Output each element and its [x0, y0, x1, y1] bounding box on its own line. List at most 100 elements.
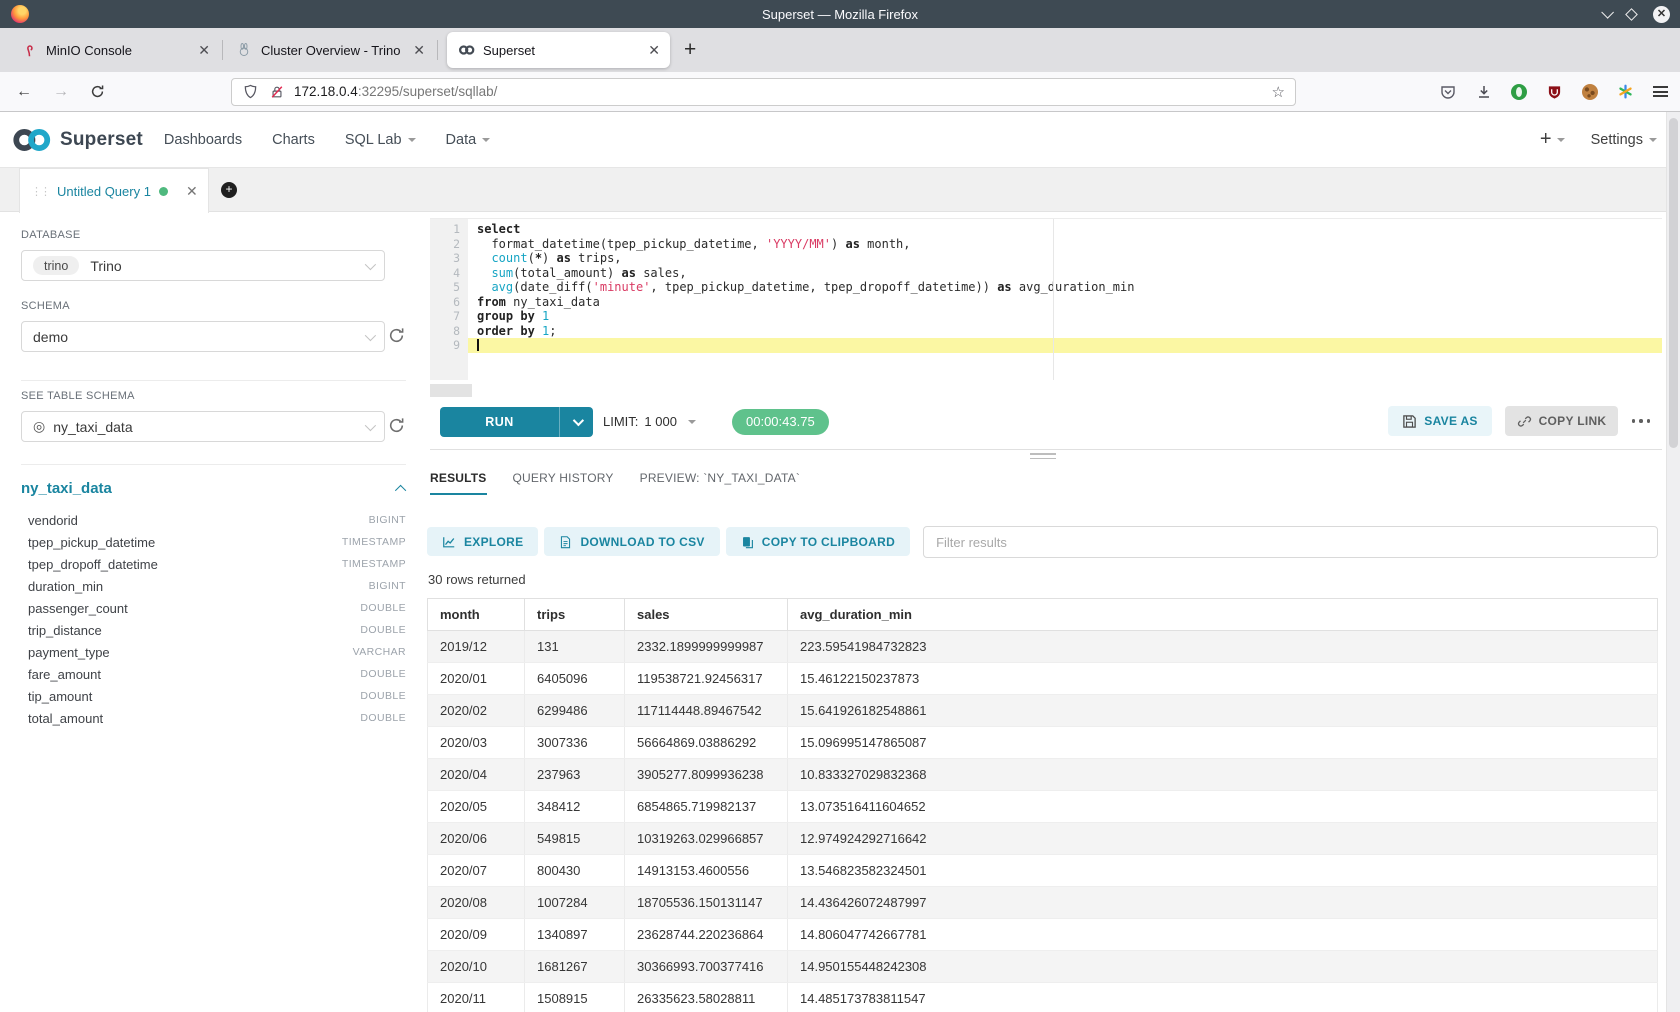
- code-line[interactable]: select: [468, 222, 1662, 237]
- table-row[interactable]: 2020/026299486117114448.8946754215.64192…: [428, 695, 1658, 727]
- code-line[interactable]: format_datetime(tpep_pickup_datetime, 'Y…: [468, 237, 1662, 252]
- table-row[interactable]: 2020/10168126730366993.70037741614.95015…: [428, 951, 1658, 983]
- nav-item-sql-lab[interactable]: SQL Lab: [345, 132, 416, 148]
- table-schema-header[interactable]: ny_taxi_data: [21, 480, 406, 497]
- schema-column-row[interactable]: passenger_countDOUBLE: [21, 597, 406, 619]
- reload-button[interactable]: [90, 84, 105, 99]
- table-row[interactable]: 2020/0654981510319263.02996685712.974924…: [428, 823, 1658, 855]
- nav-item-charts[interactable]: Charts: [272, 132, 315, 148]
- drag-handle-icon[interactable]: ⋮⋮: [31, 185, 49, 198]
- table-row[interactable]: 2020/03300733656664869.0388629215.096995…: [428, 727, 1658, 759]
- schema-column-row[interactable]: tpep_pickup_datetimeTIMESTAMP: [21, 531, 406, 553]
- schema-select[interactable]: demo: [21, 321, 385, 352]
- tab-close-icon[interactable]: ✕: [640, 42, 660, 59]
- run-label[interactable]: RUN: [440, 407, 560, 437]
- superset-brand[interactable]: Superset: [11, 126, 143, 154]
- query-tab-active[interactable]: ⋮⋮ Untitled Query 1 ✕: [19, 168, 209, 213]
- code-line[interactable]: group by 1: [468, 309, 1662, 324]
- ublock-icon[interactable]: [1546, 83, 1563, 100]
- refresh-schema-icon[interactable]: [387, 326, 406, 345]
- results-tab-query-history[interactable]: QUERY HISTORY: [513, 471, 614, 495]
- back-button[interactable]: ←: [16, 83, 32, 101]
- url-text[interactable]: 172.18.0.4:32295/superset/sqllab/: [294, 84, 497, 99]
- new-item-button[interactable]: +: [1540, 128, 1565, 151]
- results-tab-preview[interactable]: PREVIEW: `NY_TAXI_DATA`: [640, 471, 800, 495]
- schema-column-row[interactable]: trip_distanceDOUBLE: [21, 619, 406, 641]
- privacy-badger-icon[interactable]: [1511, 84, 1527, 100]
- schema-column-row[interactable]: duration_minBIGINT: [21, 575, 406, 597]
- url-bar[interactable]: 172.18.0.4:32295/superset/sqllab/ ☆: [231, 78, 1296, 106]
- column-header[interactable]: month: [428, 599, 525, 631]
- tab-close-icon[interactable]: ✕: [405, 42, 425, 59]
- table-row[interactable]: 2020/09134089723628744.22023686414.80604…: [428, 919, 1658, 951]
- results-table[interactable]: monthtripssalesavg_duration_min 2019/121…: [427, 598, 1658, 1012]
- container-asterisk-icon[interactable]: [1617, 83, 1634, 100]
- database-select[interactable]: trino Trino: [21, 250, 385, 281]
- table-row[interactable]: 2020/11150891526335623.5802881114.485173…: [428, 983, 1658, 1012]
- code-line[interactable]: avg(date_diff('minute', tpep_pickup_date…: [468, 280, 1662, 295]
- schema-column-row[interactable]: payment_typeVARCHAR: [21, 641, 406, 663]
- scrollbar-thumb[interactable]: [1669, 118, 1678, 448]
- copy-to-clipboard-button[interactable]: COPY TO CLIPBOARD: [726, 527, 910, 556]
- nav-item-dashboards[interactable]: Dashboards: [164, 132, 242, 148]
- tab-close-icon[interactable]: ✕: [190, 42, 210, 59]
- download-icon[interactable]: [1475, 83, 1492, 100]
- nav-item-data[interactable]: Data: [446, 132, 491, 148]
- schema-column-row[interactable]: tip_amountDOUBLE: [21, 685, 406, 707]
- forward-button[interactable]: →: [53, 83, 69, 101]
- code-line[interactable]: from ny_taxi_data: [468, 295, 1662, 310]
- table-row[interactable]: 2020/0780043014913153.460055613.54682358…: [428, 855, 1658, 887]
- refresh-table-icon[interactable]: [387, 416, 406, 435]
- lock-slash-icon[interactable]: [268, 83, 285, 100]
- pane-resize-handle[interactable]: [1030, 453, 1056, 462]
- window-close-button[interactable]: ✕: [1653, 6, 1670, 23]
- add-query-tab-button[interactable]: +: [221, 182, 237, 198]
- table-row[interactable]: 2020/042379633905277.809993623810.833327…: [428, 759, 1658, 791]
- column-header[interactable]: trips: [525, 599, 625, 631]
- bookmark-star-icon[interactable]: ☆: [1272, 83, 1285, 101]
- table-row[interactable]: 2019/121312332.1899999999987223.59541984…: [428, 631, 1658, 663]
- results-tab-results[interactable]: RESULTS: [430, 471, 487, 495]
- table-row[interactable]: 2020/016405096119538721.9245631715.46122…: [428, 663, 1658, 695]
- save-as-button[interactable]: SAVE AS: [1388, 406, 1492, 436]
- code-line[interactable]: [468, 338, 1662, 353]
- browser-tab[interactable]: MinIO Console✕: [10, 32, 220, 68]
- schema-column-row[interactable]: vendoridBIGINT: [21, 509, 406, 531]
- new-tab-button[interactable]: +: [684, 38, 696, 62]
- filter-results-input[interactable]: [923, 526, 1658, 558]
- code-line[interactable]: sum(total_amount) as sales,: [468, 266, 1662, 281]
- more-options-icon[interactable]: [1626, 413, 1656, 429]
- editor-code[interactable]: select format_datetime(tpep_pickup_datet…: [468, 222, 1662, 353]
- code-line[interactable]: count(*) as trips,: [468, 251, 1662, 266]
- table-row[interactable]: 2020/08100728418705536.15013114714.43642…: [428, 887, 1658, 919]
- menu-icon[interactable]: [1653, 86, 1668, 97]
- explore-button[interactable]: EXPLORE: [427, 527, 538, 556]
- run-options-caret[interactable]: [560, 407, 593, 437]
- settings-menu[interactable]: Settings: [1591, 132, 1657, 148]
- page-scrollbar[interactable]: [1666, 112, 1680, 1012]
- column-header[interactable]: sales: [625, 599, 788, 631]
- code-line[interactable]: order by 1;: [468, 324, 1662, 339]
- query-tab-close-icon[interactable]: ✕: [186, 183, 198, 200]
- limit-control[interactable]: LIMIT:1 000: [603, 407, 677, 437]
- schema-column-row[interactable]: fare_amountDOUBLE: [21, 663, 406, 685]
- pocket-icon[interactable]: [1439, 83, 1456, 100]
- table-row[interactable]: 2020/053484126854865.71998213713.0735164…: [428, 791, 1658, 823]
- browser-tab[interactable]: Cluster Overview - Trino✕: [225, 32, 435, 68]
- browser-tab[interactable]: Superset✕: [447, 32, 670, 68]
- copy-link-button[interactable]: COPY LINK: [1505, 406, 1618, 436]
- window-maximize-button[interactable]: [1625, 8, 1638, 21]
- cookie-icon[interactable]: [1582, 84, 1598, 100]
- sql-editor[interactable]: 123456789 select format_datetime(tpep_pi…: [430, 218, 1662, 399]
- shield-icon[interactable]: [242, 83, 259, 100]
- table-select[interactable]: ◎ ny_taxi_data: [21, 411, 385, 442]
- column-header[interactable]: avg_duration_min: [788, 599, 1658, 631]
- schema-column-row[interactable]: tpep_dropoff_datetimeTIMESTAMP: [21, 553, 406, 575]
- editor-hscroll-thumb[interactable]: [430, 384, 472, 397]
- chevron-up-icon[interactable]: [395, 484, 406, 495]
- run-button[interactable]: RUN: [440, 407, 593, 437]
- download-to-csv-button[interactable]: DOWNLOAD TO CSV: [544, 527, 719, 556]
- limit-caret-icon[interactable]: [688, 420, 696, 424]
- window-minimize-button[interactable]: [1601, 6, 1614, 19]
- schema-column-row[interactable]: total_amountDOUBLE: [21, 707, 406, 729]
